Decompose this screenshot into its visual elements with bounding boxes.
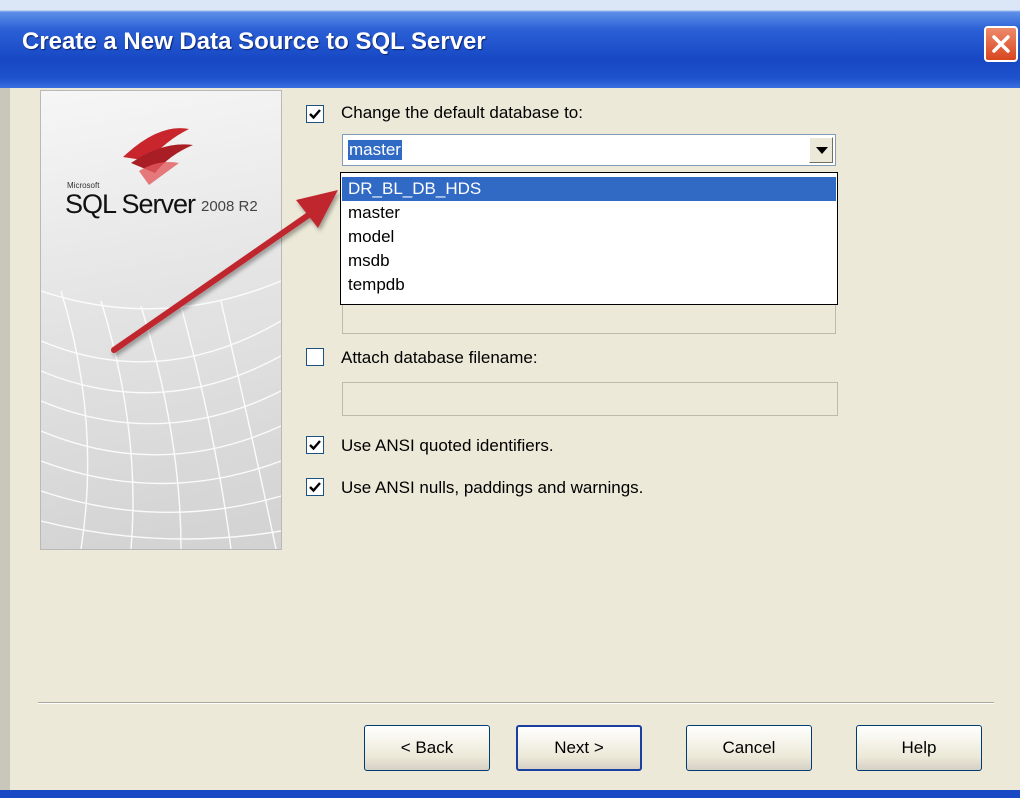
close-icon [992, 35, 1010, 53]
ansi-nulls-label: Use ANSI nulls, paddings and warnings. [341, 478, 644, 497]
attach-db-filename-field [342, 382, 838, 416]
cancel-button[interactable]: Cancel [686, 725, 812, 771]
ansi-quoted-checkbox[interactable] [306, 436, 324, 454]
checkmark-icon [309, 440, 321, 451]
product-version: 2008 R2 [201, 198, 258, 215]
attach-db-label: Attach database filename: [341, 348, 538, 367]
database-dropdown-list[interactable]: DR_BL_DB_HDS master model msdb tempdb [340, 172, 838, 305]
next-button[interactable]: Next > [516, 725, 642, 771]
disabled-field-behind-list [342, 300, 836, 334]
change-default-db-label: Change the default database to: [341, 103, 583, 122]
chevron-down-icon [816, 147, 828, 154]
dropdown-option[interactable]: model [342, 225, 836, 249]
ansi-nulls-checkbox[interactable] [306, 478, 324, 496]
window-title: Create a New Data Source to SQL Server [22, 28, 486, 55]
back-button[interactable]: < Back [364, 725, 490, 771]
change-default-db-checkbox[interactable] [306, 105, 324, 123]
attach-db-checkbox[interactable] [306, 348, 324, 366]
checkmark-icon [309, 109, 321, 120]
dropdown-option[interactable]: msdb [342, 249, 836, 273]
title-bar: Create a New Data Source to SQL Server [0, 0, 1020, 88]
default-database-combo[interactable]: master [342, 134, 836, 166]
window-left-edge [0, 88, 10, 798]
checkmark-icon [309, 482, 321, 493]
window-bottom-edge [0, 790, 1020, 798]
product-name: SQL Server [65, 189, 196, 219]
close-button[interactable] [984, 26, 1018, 62]
ansi-quoted-label: Use ANSI quoted identifiers. [341, 436, 554, 455]
dropdown-option[interactable]: tempdb [342, 273, 836, 297]
sql-server-logo-icon [123, 128, 193, 185]
default-database-value[interactable]: master [348, 140, 402, 160]
dropdown-option[interactable]: master [342, 201, 836, 225]
dropdown-button[interactable] [809, 137, 833, 163]
product-logo-panel: Microsoft SQL Server 2008 R2 [40, 90, 282, 550]
dropdown-option[interactable]: DR_BL_DB_HDS [342, 177, 836, 201]
help-button[interactable]: Help [856, 725, 982, 771]
button-separator [38, 702, 994, 704]
mesh-graphic [41, 128, 281, 549]
